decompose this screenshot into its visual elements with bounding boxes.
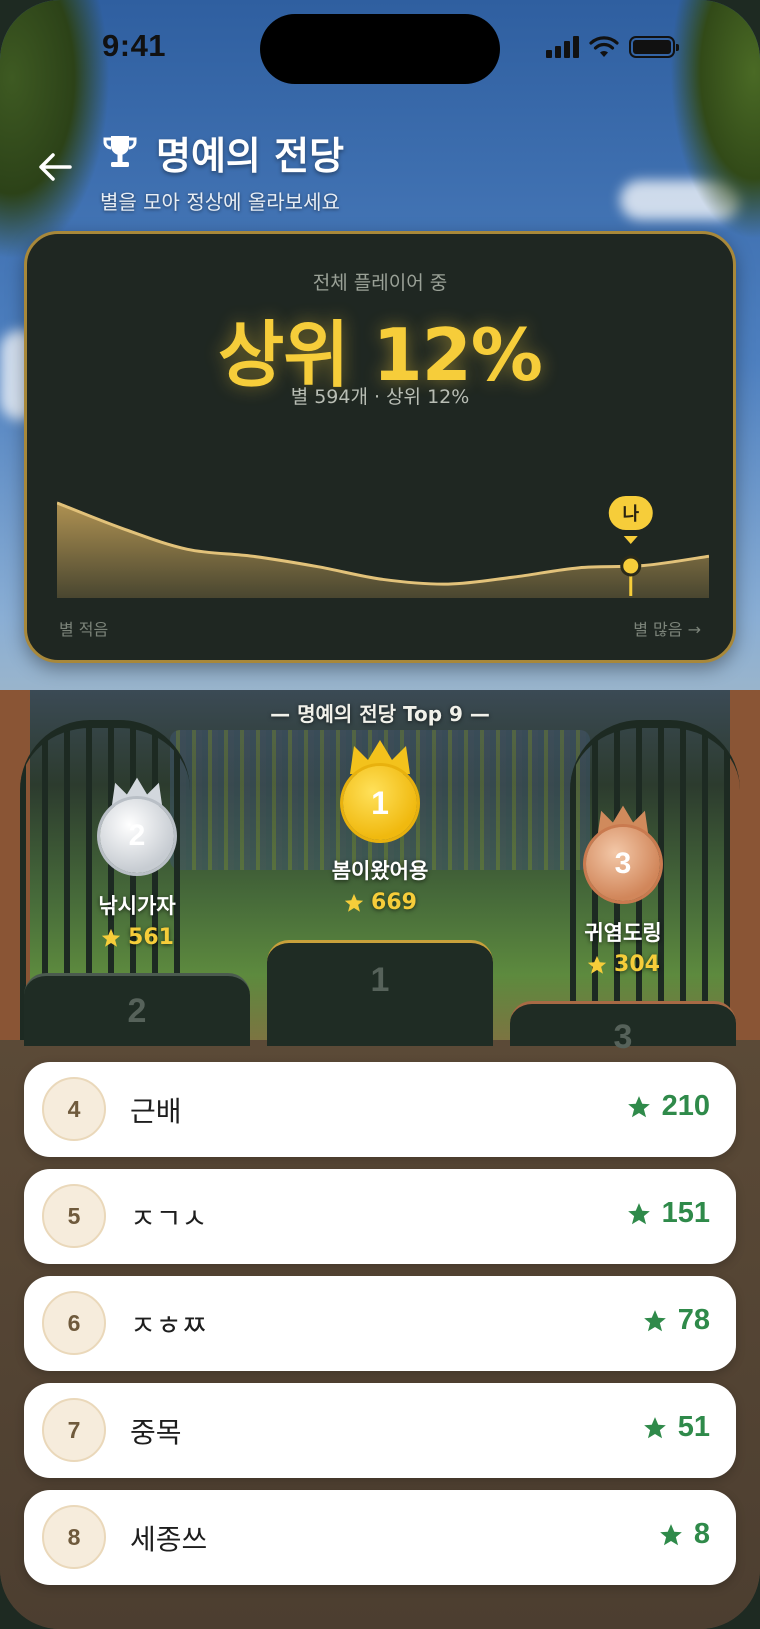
- battery-icon: [629, 36, 679, 58]
- status-icons: [546, 36, 679, 58]
- star-icon: [643, 1416, 666, 1438]
- player-score: 51: [642, 1411, 710, 1444]
- star-icon: [344, 893, 364, 912]
- ranking-row[interactable]: 5 ㅈㄱㅅ 151: [24, 1169, 736, 1264]
- podium-third-score-value: 304: [614, 952, 660, 977]
- ranking-row[interactable]: 4 근배 210: [24, 1062, 736, 1157]
- tree-decoration-right: [670, 0, 760, 240]
- page-title: 명예의 전당: [156, 134, 345, 178]
- rank-number-badge: 6: [42, 1291, 106, 1355]
- ranking-list: 4 근배 210 5 ㅈㄱㅅ 151 6 ㅈㅎㅉ 78 7 중목 51 8 세종…: [24, 1062, 736, 1597]
- medal-second: 2: [100, 799, 174, 873]
- distribution-chart: 나: [57, 495, 709, 598]
- my-marker-label: 나: [622, 504, 639, 525]
- player-score: 8: [658, 1518, 710, 1551]
- cellular-signal-icon: [546, 36, 579, 58]
- star-icon: [627, 1095, 650, 1117]
- medal-third: 3: [586, 827, 660, 901]
- arrow-left-icon: [39, 153, 72, 181]
- podium-third-name[interactable]: 귀염도링: [533, 917, 713, 947]
- podium-block-second: 2: [24, 973, 250, 1046]
- podium-first-score-value: 669: [371, 890, 417, 915]
- player-name: ㅈㅎㅉ: [130, 1309, 208, 1342]
- rank-detail: 별 594개 · 상위 12%: [290, 386, 470, 408]
- podium-block-first: 1: [267, 940, 493, 1046]
- medal-first: 1: [343, 766, 417, 840]
- page-subtitle: 별을 모아 정상에 올라보세요: [100, 190, 340, 214]
- dynamic-island: [260, 14, 500, 84]
- player-score-value: 210: [661, 1090, 710, 1122]
- tree-decoration-left: [0, 0, 110, 260]
- player-score: 78: [642, 1304, 710, 1337]
- podium-first-name[interactable]: 봄이왔어용: [290, 855, 470, 885]
- wifi-icon: [589, 36, 619, 57]
- status-time: 9:41: [102, 28, 167, 63]
- rank-number-badge: 5: [42, 1184, 106, 1248]
- player-name: 중목: [130, 1416, 182, 1449]
- back-button[interactable]: [32, 144, 78, 190]
- podium-block-third: 3: [510, 1001, 736, 1056]
- player-score-value: 8: [693, 1518, 710, 1550]
- star-icon: [627, 1202, 650, 1224]
- player-score: 151: [626, 1197, 710, 1230]
- trophy-icon: [103, 136, 137, 167]
- rank-number-badge: 4: [42, 1077, 106, 1141]
- rank-number-badge: 8: [42, 1505, 106, 1569]
- axis-label-right: 별 많음 →: [633, 620, 701, 639]
- player-score-value: 151: [661, 1197, 710, 1229]
- player-score-value: 78: [677, 1304, 710, 1336]
- ranking-row[interactable]: 6 ㅈㅎㅉ 78: [24, 1276, 736, 1371]
- star-icon: [587, 955, 607, 974]
- player-name: ㅈㄱㅅ: [130, 1202, 208, 1235]
- axis-label-left: 별 적음: [59, 620, 109, 639]
- player-score-value: 51: [677, 1411, 710, 1443]
- player-score: 210: [626, 1090, 710, 1123]
- star-icon: [101, 928, 121, 947]
- player-name: 세종쓰: [130, 1523, 208, 1556]
- rank-number-badge: 7: [42, 1398, 106, 1462]
- star-icon: [660, 1523, 682, 1545]
- podium-second-name[interactable]: 낚시가자: [47, 890, 227, 920]
- star-icon: [643, 1309, 666, 1331]
- screen: 9:41 명예의 전당 별을 모아 정상에 올라보세요 전체 플레이어 중 상위…: [0, 0, 760, 1629]
- podium-third-score: 304: [533, 952, 713, 977]
- top-section-label: — 명예의 전당 Top 9 —: [270, 702, 490, 726]
- ranking-row[interactable]: 8 세종쓰 8: [24, 1490, 736, 1585]
- podium-first-score: 669: [290, 890, 470, 915]
- rank-caption: 전체 플레이어 중: [312, 272, 448, 294]
- my-rank-card: 전체 플레이어 중 상위 12% 별 594개 · 상위 12% 나 별 적음 …: [24, 231, 736, 663]
- podium-second-score-value: 561: [128, 925, 174, 950]
- ranking-row[interactable]: 7 중목 51: [24, 1383, 736, 1478]
- player-name: 근배: [130, 1095, 182, 1128]
- podium-second-score: 561: [47, 925, 227, 950]
